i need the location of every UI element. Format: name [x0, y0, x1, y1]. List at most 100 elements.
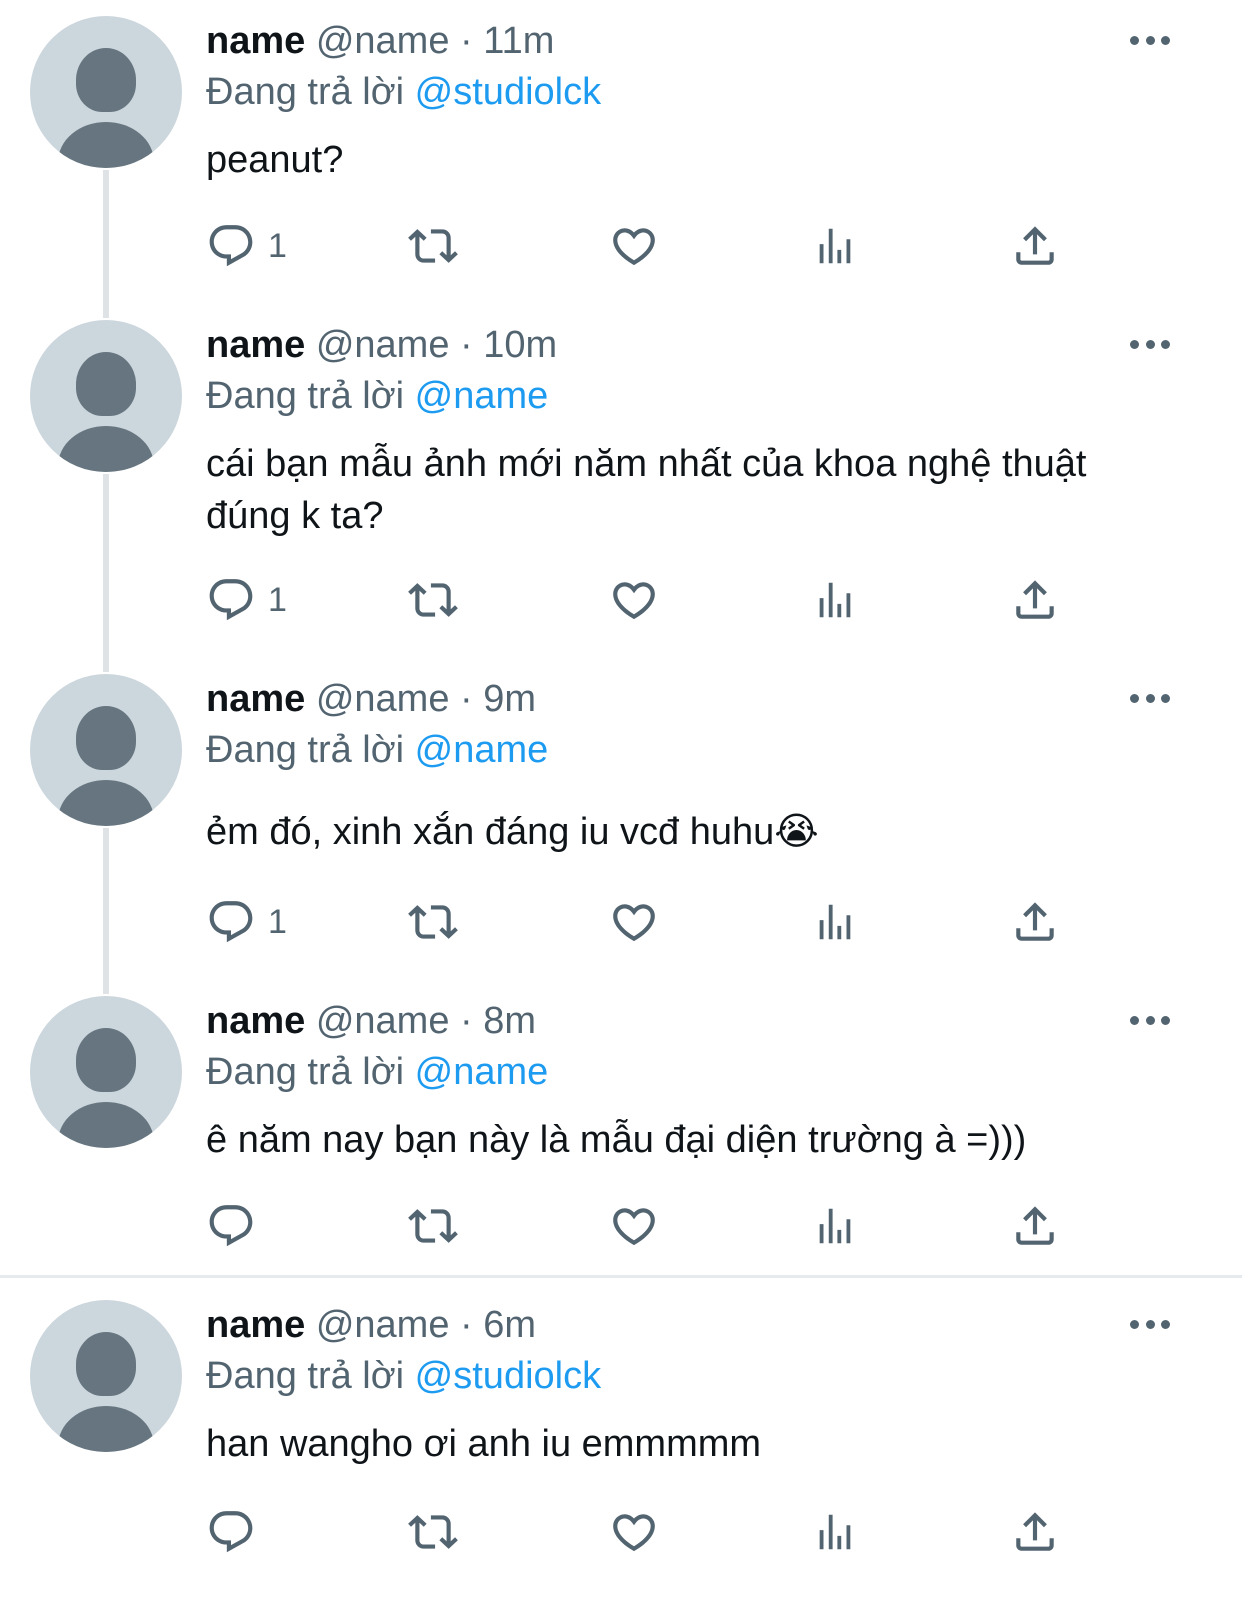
more-icon[interactable] [1130, 1312, 1170, 1336]
timestamp[interactable]: 8m [483, 1000, 536, 1042]
mention-link[interactable]: @name [415, 375, 549, 417]
handle[interactable]: @name [316, 20, 450, 62]
views-button[interactable] [812, 892, 858, 952]
tweet[interactable]: name @name · 11m Đang trả lời @studiolck… [0, 0, 1242, 300]
replying-label: Đang trả lời [206, 1051, 405, 1093]
tweet-text: ẻm đó, xinh xắn đáng iu vcđ huhu😭 [206, 811, 819, 853]
reply-icon [209, 579, 253, 621]
handle[interactable]: @name [316, 678, 450, 720]
views-button[interactable] [812, 1502, 858, 1562]
like-icon [613, 1208, 655, 1246]
timestamp[interactable]: 10m [483, 324, 557, 366]
like-button[interactable] [608, 1502, 660, 1562]
action-bar: 1 [0, 892, 1242, 952]
separator: · [460, 1304, 473, 1346]
retweet-icon [408, 583, 458, 617]
reply-count: 1 [268, 580, 287, 619]
share-button[interactable] [1010, 1196, 1060, 1256]
retweet-icon [408, 1515, 458, 1549]
retweet-icon [408, 229, 458, 263]
views-icon [819, 1208, 851, 1244]
replying-label: Đang trả lời [206, 71, 405, 113]
tweet-text: cái bạn mẫu ảnh mới năm nhất của khoa ng… [206, 443, 1087, 537]
avatar[interactable] [30, 320, 182, 472]
share-button[interactable] [1010, 1502, 1060, 1562]
reply-button[interactable]: 1 [206, 892, 287, 952]
mention-link[interactable]: @studiolck [415, 1355, 601, 1397]
reply-icon [209, 1511, 253, 1553]
retweet-button[interactable] [405, 1196, 461, 1256]
tweet-header: name @name · 10m [206, 322, 557, 368]
mention-link[interactable]: @studiolck [415, 71, 601, 113]
share-button[interactable] [1010, 216, 1060, 276]
handle[interactable]: @name [316, 1000, 450, 1042]
views-button[interactable] [812, 570, 858, 630]
tweet[interactable]: name @name · 9m Đang trả lời @name ẻm đó… [0, 658, 1242, 978]
action-bar [0, 1196, 1242, 1256]
views-button[interactable] [812, 1196, 858, 1256]
display-name[interactable]: name [206, 20, 305, 62]
avatar[interactable] [30, 674, 182, 826]
replying-to: Đang trả lời @name [206, 727, 548, 773]
views-icon [819, 904, 851, 940]
avatar[interactable] [30, 1300, 182, 1452]
avatar[interactable] [30, 996, 182, 1148]
replying-to: Đang trả lời @studiolck [206, 1353, 601, 1399]
handle[interactable]: @name [316, 1304, 450, 1346]
retweet-button[interactable] [405, 570, 461, 630]
like-icon [613, 582, 655, 620]
separator: · [460, 324, 473, 366]
divider [0, 1275, 1242, 1278]
reply-button[interactable]: 1 [206, 570, 287, 630]
display-name[interactable]: name [206, 1304, 305, 1346]
tweet-text: han wangho ơi anh iu emmmmm [206, 1423, 762, 1465]
views-button[interactable] [812, 216, 858, 276]
share-button[interactable] [1010, 892, 1060, 952]
more-icon[interactable] [1130, 28, 1170, 52]
reply-icon [209, 225, 253, 267]
like-button[interactable] [608, 570, 660, 630]
reply-button[interactable]: 1 [206, 216, 287, 276]
more-icon[interactable] [1130, 1008, 1170, 1032]
like-button[interactable] [608, 1196, 660, 1256]
more-icon[interactable] [1130, 332, 1170, 356]
reply-count: 1 [268, 902, 287, 941]
tweet-header: name @name · 6m [206, 1302, 536, 1348]
tweet[interactable]: name @name · 6m Đang trả lời @studiolck … [0, 1284, 1242, 1607]
display-name[interactable]: name [206, 678, 305, 720]
like-icon [613, 904, 655, 942]
tweet[interactable]: name @name · 8m Đang trả lời @name ê năm… [0, 980, 1242, 1274]
handle[interactable]: @name [316, 324, 450, 366]
separator: · [460, 1000, 473, 1042]
share-icon [1016, 1206, 1054, 1245]
display-name[interactable]: name [206, 1000, 305, 1042]
mention-link[interactable]: @name [415, 1051, 549, 1093]
like-icon [613, 228, 655, 266]
reply-button[interactable] [206, 1502, 268, 1562]
timestamp[interactable]: 11m [483, 20, 554, 62]
replying-label: Đang trả lời [206, 1355, 405, 1397]
retweet-button[interactable] [405, 216, 461, 276]
reply-icon [209, 901, 253, 943]
separator: · [460, 20, 473, 62]
avatar[interactable] [30, 16, 182, 168]
mention-link[interactable]: @name [415, 729, 549, 771]
replying-to: Đang trả lời @studiolck [206, 69, 601, 115]
tweet[interactable]: name @name · 10m Đang trả lời @name cái … [0, 304, 1242, 654]
retweet-button[interactable] [405, 1502, 461, 1562]
retweet-button[interactable] [405, 892, 461, 952]
like-button[interactable] [608, 892, 660, 952]
action-bar: 1 [0, 216, 1242, 276]
reply-button[interactable] [206, 1196, 268, 1256]
replying-label: Đang trả lời [206, 375, 405, 417]
timestamp[interactable]: 6m [483, 1304, 536, 1346]
reply-icon [209, 1205, 253, 1247]
timestamp[interactable]: 9m [483, 678, 536, 720]
replying-to: Đang trả lời @name [206, 1049, 548, 1095]
more-icon[interactable] [1130, 686, 1170, 710]
like-button[interactable] [608, 216, 660, 276]
tweet-header: name @name · 8m [206, 998, 536, 1044]
share-button[interactable] [1010, 570, 1060, 630]
display-name[interactable]: name [206, 324, 305, 366]
separator: · [460, 678, 473, 720]
